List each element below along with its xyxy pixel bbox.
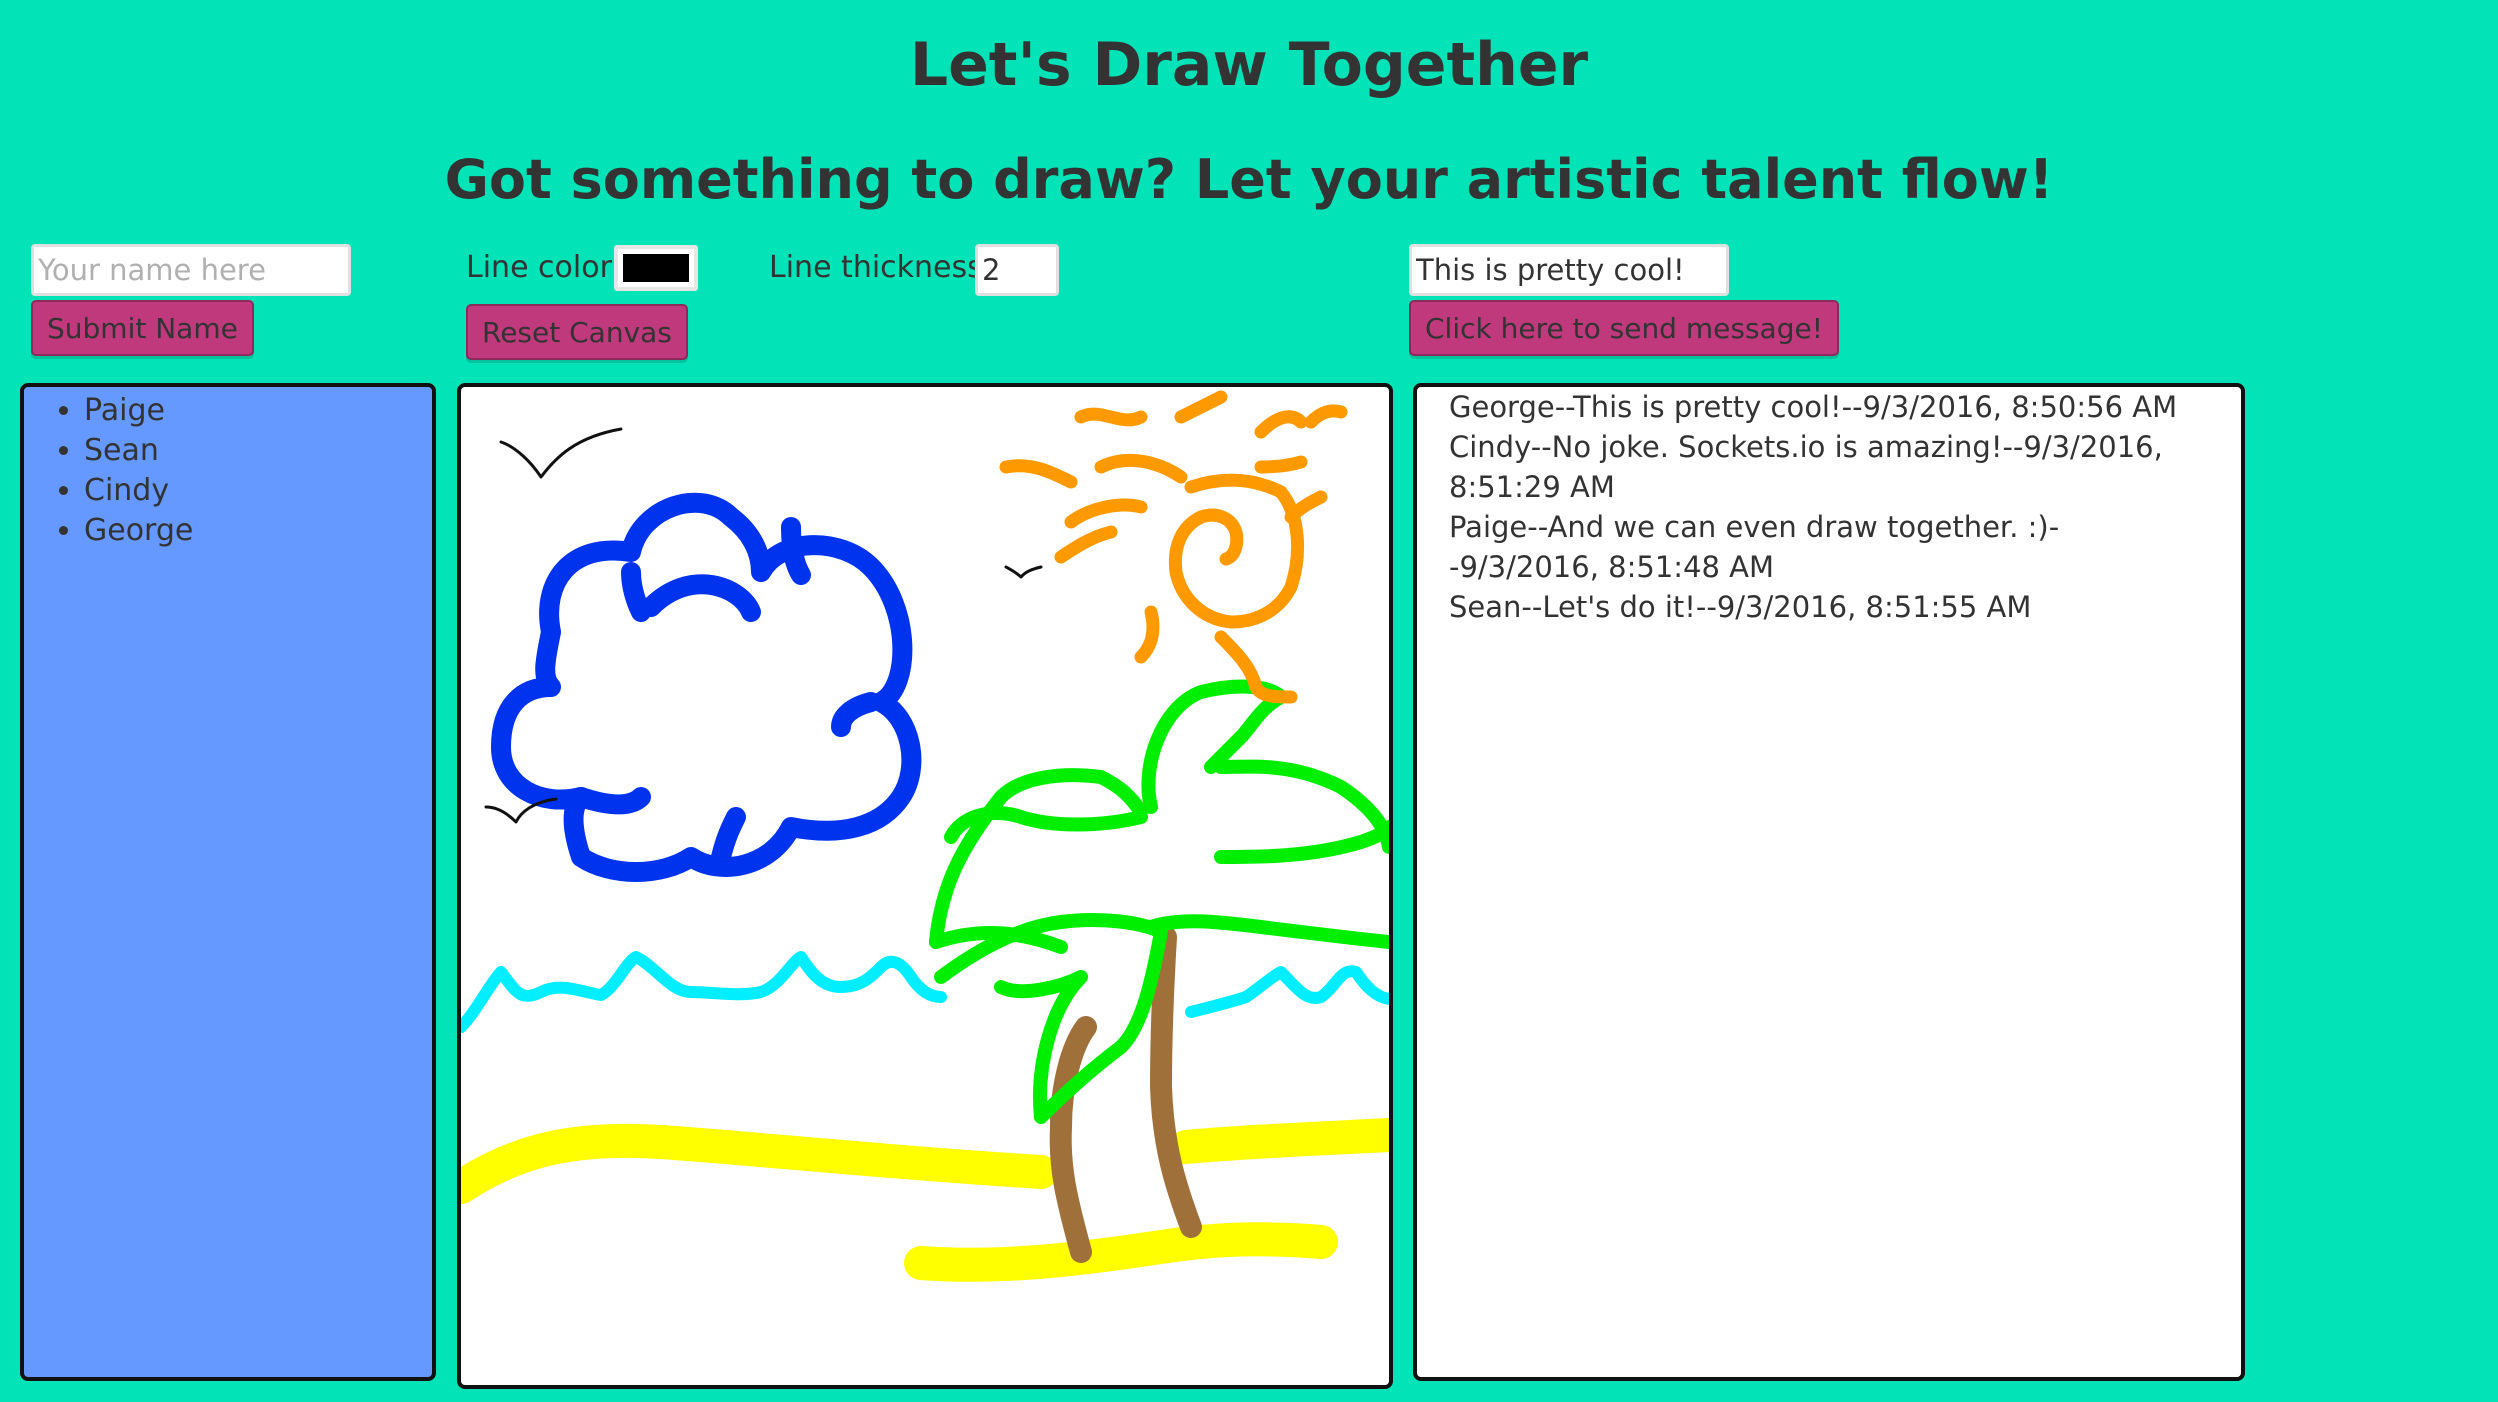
user-list-item: Sean [84,431,193,471]
chat-message: Sean--Let's do it!--9/3/2016, 8:51:55 AM [1449,590,2032,624]
message-list: George--This is pretty cool!--9/3/2016, … [1449,387,2205,627]
sand-strokes [461,1118,1389,1282]
send-message-button[interactable]: Click here to send message! [1409,300,1839,356]
line-thickness-input[interactable] [975,244,1059,296]
chat-message: Cindy--No joke. Sockets.io is amazing!--… [1449,430,2163,504]
sun-strokes [999,390,1348,704]
reset-canvas-button[interactable]: Reset Canvas [466,304,688,360]
page-subtitle: Got something to draw? Let your artistic… [444,148,2054,211]
wave-strokes [461,951,1389,1033]
name-input[interactable] [31,244,351,296]
page-title: Let's Draw Together [909,30,1589,100]
message-input[interactable] [1409,244,1729,296]
line-color-swatch [623,254,689,282]
cloud-stroke [491,492,922,882]
drawing-svg[interactable] [461,387,1389,1385]
chat-panel: George--This is pretty cool!--9/3/2016, … [1413,383,2245,1381]
line-thickness-label: Line thickness [769,250,983,285]
line-color-label: Line color [466,250,612,285]
page: Let's Draw Together Got something to dra… [0,0,2498,1402]
chat-message: George--This is pretty cool!--9/3/2016, … [1449,390,2178,424]
bird-strokes [484,427,1043,824]
drawing-canvas[interactable] [457,383,1393,1389]
submit-name-button[interactable]: Submit Name [31,300,254,356]
user-list: Paige Sean Cindy George [24,391,193,551]
chat-message: Paige--And we can even draw together. :)… [1449,510,2060,584]
user-list-item: Cindy [84,471,193,511]
users-panel: Paige Sean Cindy George [20,383,436,1381]
user-list-item: Paige [84,391,193,431]
user-list-item: George [84,511,193,551]
line-color-picker[interactable] [614,245,698,291]
